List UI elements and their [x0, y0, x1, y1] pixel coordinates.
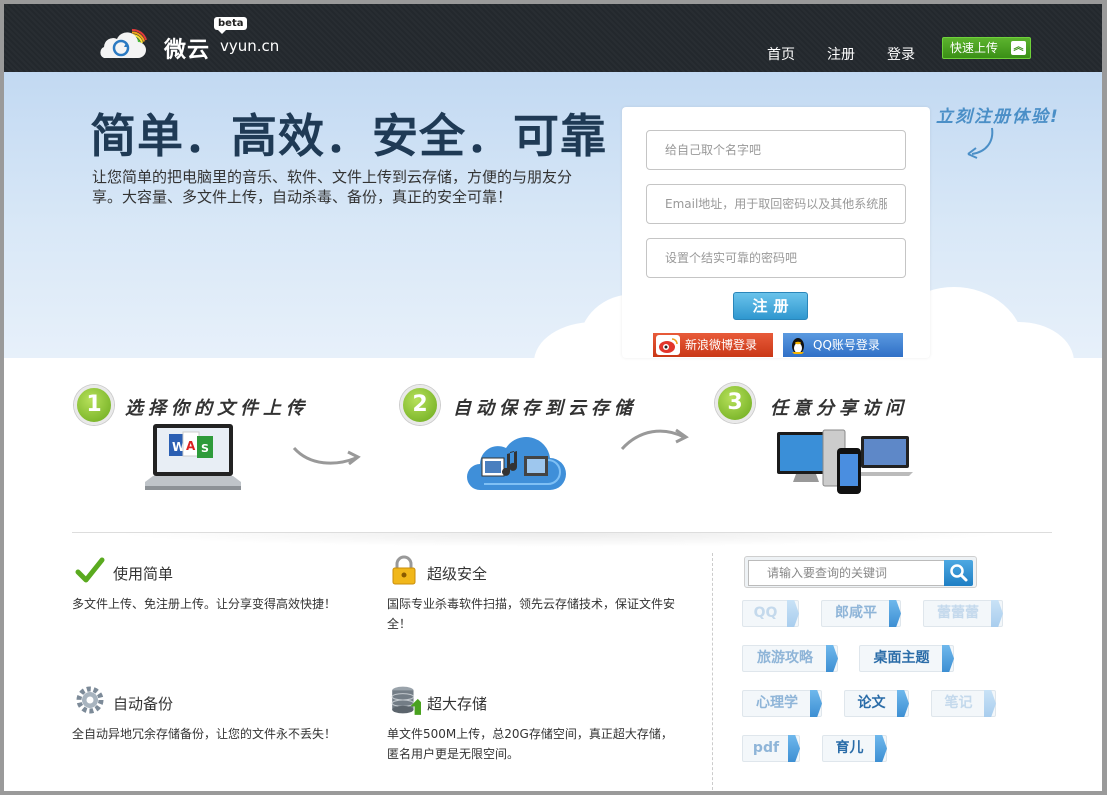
hero-description: 让您简单的把电脑里的音乐、软件、文件上传到云存储，方便的与朋友分享。大容量、多文… — [92, 168, 573, 206]
search-box — [744, 556, 977, 588]
cloud-storage-icon — [467, 436, 566, 490]
tag-item[interactable]: 旅游攻略 — [742, 645, 838, 672]
gear-icon — [76, 686, 104, 714]
step-1-badge: 1 — [74, 385, 114, 425]
curved-arrow-icon — [967, 127, 994, 159]
step-2-label: 自动保存到云存储 — [453, 398, 637, 419]
cloud-logo-icon — [100, 29, 147, 58]
feature-title-secure: 超级安全 — [427, 565, 488, 583]
quick-upload-label: 快速上传 — [950, 41, 999, 55]
sina-weibo-login-button[interactable]: 新浪微博登录 — [653, 333, 773, 357]
search-icon — [950, 564, 968, 582]
qq-login-button[interactable]: QQ账号登录 — [783, 333, 903, 357]
beta-badge: beta — [214, 17, 248, 34]
hero-banner: 简单．高效．安全．可靠 让您简单的把电脑里的音乐、软件、文件上传到云存储，方便的… — [4, 72, 1102, 358]
tag-item[interactable]: 论文 — [844, 690, 909, 717]
step-1-label: 选择你的文件上传 — [125, 398, 309, 419]
nav-register-link[interactable]: 注册 — [827, 44, 855, 64]
feature-desc-easy: 多文件上传、免注册上传。让分享变得高效快捷！ — [72, 597, 337, 611]
site-logo[interactable]: 微云 beta vyun.cn — [92, 14, 292, 66]
logo-text-cn: 微云 — [164, 38, 211, 63]
feature-title-backup: 自动备份 — [113, 695, 174, 713]
search-input[interactable] — [748, 560, 946, 586]
tag-item[interactable]: 育儿 — [822, 735, 887, 762]
tag-item[interactable]: 桌面主题 — [859, 645, 954, 672]
weibo-icon — [656, 335, 680, 355]
feature-desc-storage: 单文件500M上传，总20G存储空间，真正超大存储，匿名用户更是无限空间。 — [387, 727, 673, 761]
tag-item[interactable]: 笔记 — [931, 690, 996, 717]
password-input[interactable] — [646, 238, 906, 278]
register-button[interactable]: 注册 — [733, 292, 808, 320]
qq-penguin-icon — [786, 335, 810, 355]
step-3-label: 任意分享访问 — [770, 398, 908, 419]
tag-item[interactable]: pdf — [742, 735, 800, 762]
email-input[interactable] — [646, 184, 906, 224]
logo-text-domain: vyun.cn — [220, 37, 280, 55]
hero-title: 简单．高效．安全．可靠 — [90, 109, 607, 163]
nav-login-link[interactable]: 登录 — [887, 44, 915, 64]
svg-text:S: S — [201, 442, 209, 455]
username-input[interactable] — [646, 130, 906, 170]
search-button[interactable] — [944, 560, 973, 586]
feature-desc-secure: 国际专业杀毒软件扫描，领先云存储技术，保证文件安全！ — [387, 597, 676, 631]
sina-login-label: 新浪微博登录 — [685, 338, 758, 352]
quick-upload-button[interactable]: 快速上传 ︽ — [942, 37, 1031, 59]
step-2-badge: 2 — [400, 385, 440, 425]
tag-item[interactable]: QQ — [742, 600, 799, 627]
qq-login-label: QQ账号登录 — [813, 338, 880, 352]
step-3-badge: 3 — [715, 383, 755, 423]
database-icon — [391, 686, 421, 715]
feature-title-storage: 超大存储 — [427, 695, 488, 713]
laptop-files-icon: W A S — [145, 424, 241, 490]
nav-home-link[interactable]: 首页 — [767, 44, 795, 64]
checkmark-icon — [75, 557, 105, 583]
tag-item[interactable]: 心理学 — [742, 690, 822, 717]
register-form: 注册 — [622, 107, 930, 358]
column-divider — [712, 553, 713, 795]
feature-title-easy: 使用简单 — [113, 565, 174, 583]
step-arrow-icon — [292, 446, 361, 466]
upload-arrow-icon: ︽ — [1011, 41, 1026, 55]
svg-text:A: A — [186, 439, 196, 453]
top-header: 微云 beta vyun.cn 首页 注册 登录 快速上传 ︽ — [4, 4, 1102, 72]
devices-icon — [777, 429, 913, 494]
divider-shadow — [110, 533, 1010, 547]
tag-item[interactable]: 蕾蕾蕾 — [923, 600, 1003, 627]
lock-icon — [392, 555, 416, 585]
feature-desc-backup: 全自动异地冗余存储备份，让您的文件永不丢失！ — [72, 727, 337, 741]
step-arrow-icon — [620, 428, 689, 451]
tag-item[interactable]: 郎咸平 — [821, 600, 901, 627]
